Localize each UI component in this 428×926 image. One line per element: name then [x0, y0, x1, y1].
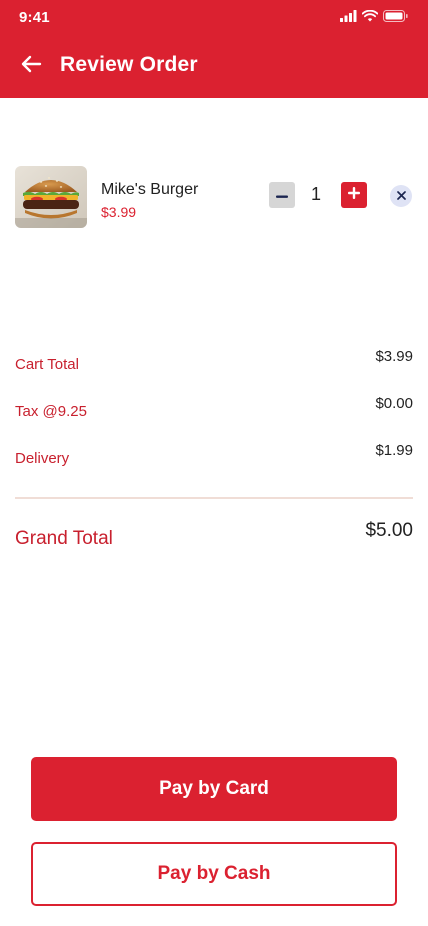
tax-value: $0.00 — [375, 395, 413, 412]
status-time: 9:41 — [19, 9, 50, 26]
item-name: Mike's Burger — [101, 181, 199, 198]
minus-icon — [276, 186, 288, 204]
tax-label: Tax @9.25 — [15, 403, 87, 420]
plus-icon — [348, 186, 360, 204]
pay-by-card-button[interactable]: Pay by Card — [31, 757, 397, 821]
item-price: $3.99 — [101, 204, 137, 220]
cart-total-row: Cart Total $3.99 — [15, 348, 413, 380]
increase-quantity-button[interactable] — [341, 182, 367, 208]
grand-total-value: $5.00 — [365, 520, 413, 541]
cart-item: Mike's Burger $3.99 1 — [15, 166, 415, 228]
decrease-quantity-button[interactable] — [269, 182, 295, 208]
close-icon — [396, 187, 406, 205]
burger-image — [15, 166, 87, 228]
delivery-row: Delivery $1.99 — [15, 442, 413, 474]
status-bar: 9:41 — [0, 0, 428, 36]
delivery-value: $1.99 — [375, 442, 413, 459]
delivery-label: Delivery — [15, 450, 70, 467]
review-order-screen: 9:41 Review Order Mike's Burger $3.99 1 … — [0, 0, 428, 926]
battery-icon — [383, 9, 408, 27]
cart-total-label: Cart Total — [15, 356, 79, 373]
back-button[interactable] — [18, 53, 44, 79]
grand-total-label: Grand Total — [15, 528, 113, 549]
page-title: Review Order — [60, 53, 198, 76]
arrow-left-icon — [20, 55, 42, 78]
cart-total-value: $3.99 — [375, 348, 413, 365]
quantity-value: 1 — [310, 184, 321, 204]
tax-row: Tax @9.25 $0.00 — [15, 395, 413, 427]
signal-icon — [340, 9, 357, 27]
app-header: 9:41 Review Order — [0, 0, 428, 98]
summary-divider — [15, 497, 413, 499]
wifi-icon — [361, 9, 379, 27]
nav-row: Review Order — [0, 44, 428, 88]
status-icons — [340, 9, 408, 27]
remove-item-button[interactable] — [390, 185, 412, 207]
pay-by-cash-button[interactable]: Pay by Cash — [31, 842, 397, 906]
